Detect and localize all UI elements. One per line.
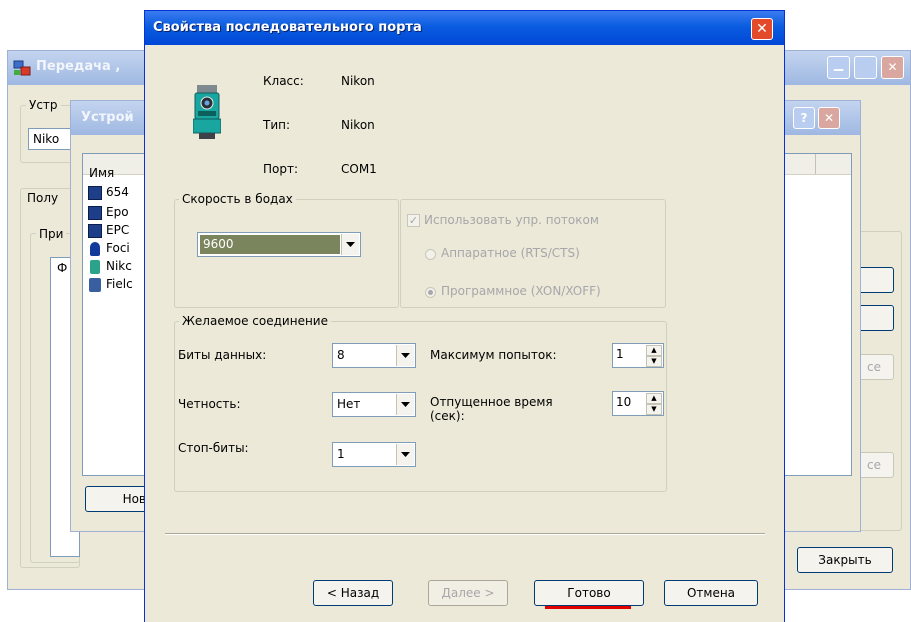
minimize-icon: ▁: [833, 57, 844, 71]
baud-rate-legend: Скорость в бодах: [179, 192, 296, 206]
parity-select[interactable]: Нет: [332, 392, 416, 417]
close-button-back[interactable]: ✕: [881, 56, 904, 79]
finish-button[interactable]: Готово: [534, 580, 644, 606]
max-attempts-spinner[interactable]: 1 ▲ ▼: [612, 343, 664, 368]
connection-group: [174, 321, 667, 492]
finish-underline: [545, 606, 631, 609]
chevron-down-icon: [396, 345, 414, 366]
close-window-button[interactable]: Закрыть: [797, 547, 893, 573]
parity-label: Четность:: [178, 397, 241, 411]
minimize-button[interactable]: ▁: [827, 56, 850, 79]
data-bits-label: Биты данных:: [178, 348, 267, 362]
type-value: Nikon: [341, 118, 375, 132]
column-divider: [815, 154, 816, 174]
connection-legend: Желаемое соединение: [179, 314, 331, 328]
port-value: COM1: [341, 162, 377, 176]
close-icon: ✕: [887, 60, 898, 74]
receive-group-label: Полу: [24, 191, 62, 205]
type-label: Тип:: [263, 118, 291, 132]
devices-window-title: Устрой: [81, 110, 134, 125]
spin-up-icon[interactable]: ▲: [646, 345, 662, 356]
footer-separator: [165, 533, 765, 535]
hardware-flow-label: Аппаратное (RTS/CTS): [441, 246, 580, 260]
dialog-close-button[interactable]: ✕: [751, 18, 773, 40]
cancel-button[interactable]: Отмена: [664, 580, 758, 606]
timeout-label: Отпущенное время (сек):: [430, 395, 553, 423]
help-icon: ?: [800, 111, 808, 125]
help-button[interactable]: ?: [793, 107, 815, 129]
serial-port-dialog: Свойства последовательного порта ✕ Класс…: [144, 10, 785, 622]
maximize-button[interactable]: [854, 56, 877, 79]
device-group-label: Устр: [26, 98, 61, 112]
flow-control-checkbox[interactable]: ✓: [407, 214, 420, 227]
list-column-header: Ф: [57, 261, 68, 275]
total-station-icon: [192, 83, 222, 141]
back-button[interactable]: < Назад: [313, 580, 393, 606]
dialog-title: Свойства последовательного порта: [153, 20, 422, 35]
class-label: Класс:: [263, 74, 304, 88]
data-bits-select[interactable]: 8: [332, 343, 416, 368]
device-icon: [88, 186, 102, 200]
total-station-icon: [90, 260, 100, 274]
chevron-down-icon: [341, 234, 359, 255]
port-label: Порт:: [263, 162, 299, 176]
software-flow-radio[interactable]: [425, 287, 436, 298]
spin-down-icon[interactable]: ▼: [646, 356, 662, 367]
max-attempts-label: Максимум попыток:: [430, 348, 557, 362]
inner-group-label: При: [36, 227, 67, 241]
spin-down-icon[interactable]: ▼: [646, 404, 662, 415]
device-icon: [88, 224, 102, 238]
column-name-header: Имя: [89, 166, 115, 180]
next-button[interactable]: Далее >: [428, 580, 508, 606]
field-controller-icon: [89, 278, 101, 292]
baud-rate-select[interactable]: 9600: [197, 232, 361, 257]
spin-up-icon[interactable]: ▲: [646, 393, 662, 404]
stop-bits-label: Стоп-биты:: [178, 441, 249, 455]
class-value: Nikon: [341, 74, 375, 88]
chevron-down-icon: [396, 394, 414, 415]
transfer-window-title: Передача ,: [36, 59, 121, 74]
app-icon: [13, 60, 31, 76]
close-icon: ✕: [823, 111, 835, 125]
stop-bits-select[interactable]: 1: [332, 442, 416, 467]
hardware-flow-radio[interactable]: [425, 249, 436, 260]
flow-control-label: Использовать упр. потоком: [424, 213, 599, 227]
timeout-spinner[interactable]: 10 ▲ ▼: [612, 391, 664, 416]
device-icon: [88, 206, 102, 220]
gps-receiver-icon: [90, 242, 100, 256]
close-icon: ✕: [756, 21, 768, 37]
software-flow-label: Программное (XON/XOFF): [441, 284, 601, 298]
close-button-middle[interactable]: ✕: [818, 107, 840, 129]
chevron-down-icon: [396, 444, 414, 465]
